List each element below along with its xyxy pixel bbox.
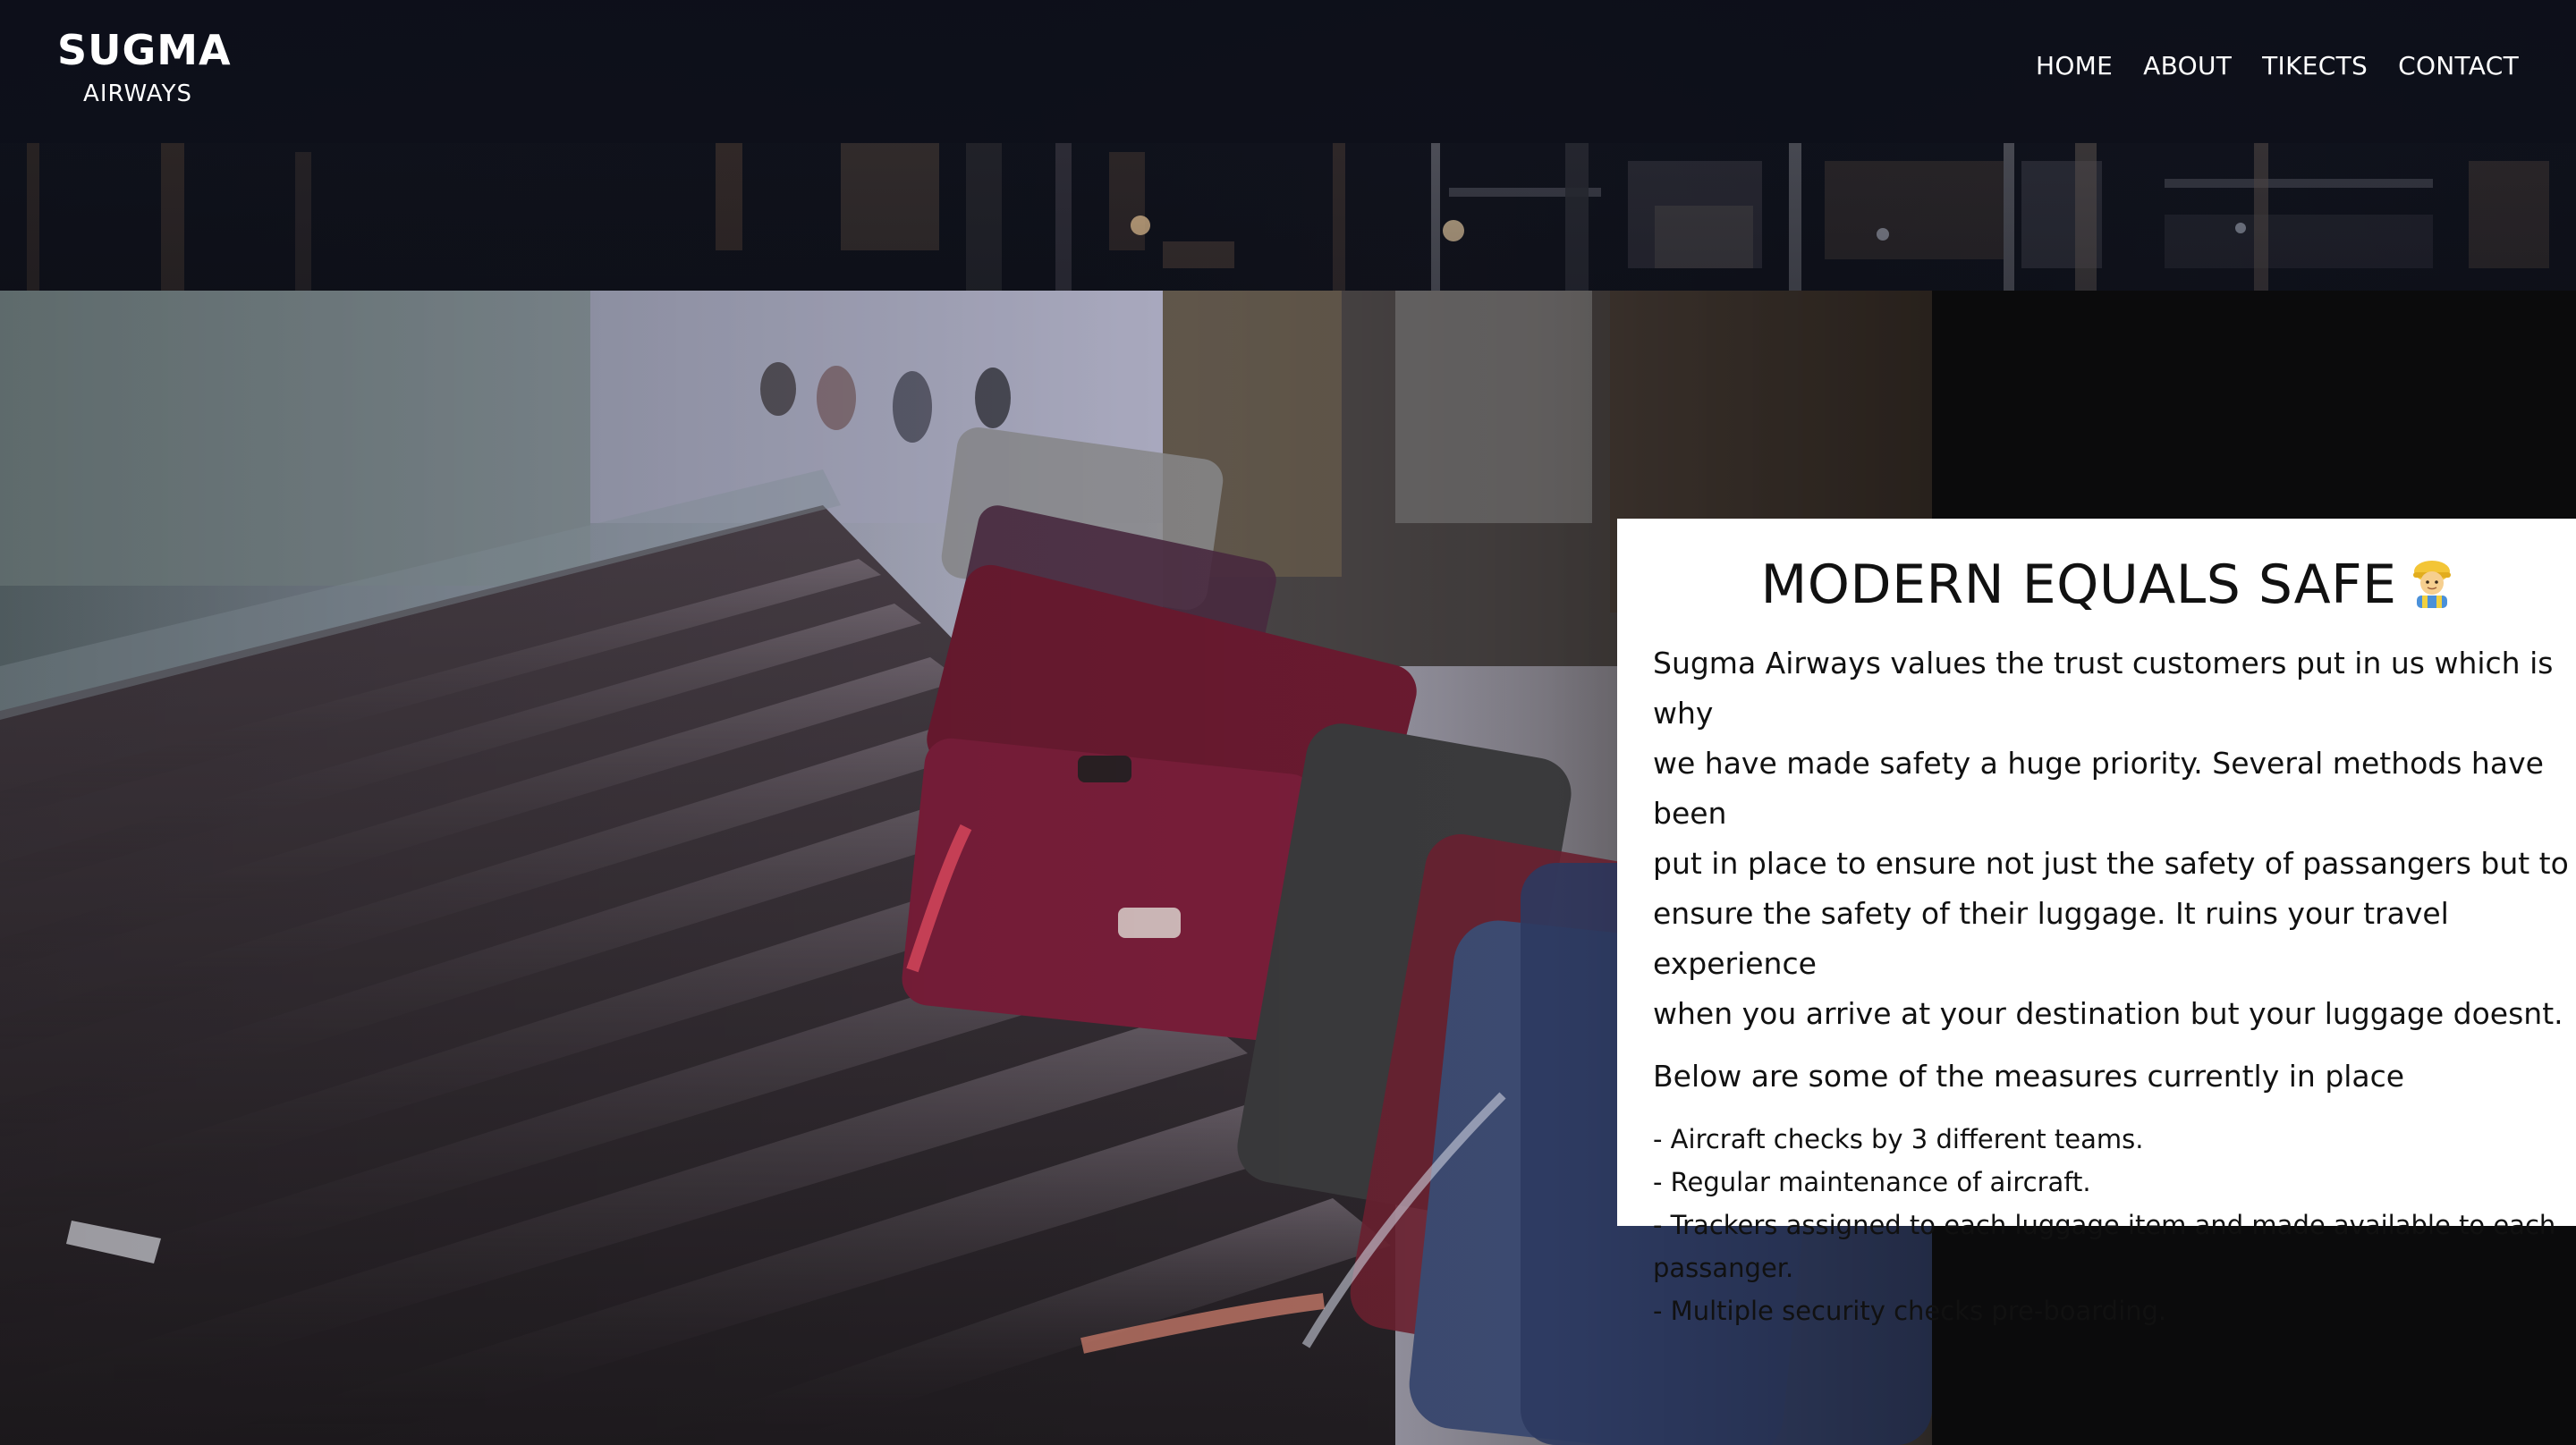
list-item: - Multiple security checks pre-boarding. [1653,1296,2167,1326]
nav-contact-link[interactable]: CONTACT [2398,48,2519,84]
brand-logo[interactable]: SUGMA AIRWAYS [57,23,232,109]
list-item: - Aircraft checks by 3 different teams. [1653,1124,2144,1154]
list-item: passanger. [1653,1253,1794,1283]
safety-title: MODERN EQUALS SAFE [1653,551,2565,619]
header-background-image: SUGMA AIRWAYS HOME ABOUT TIKECTS CONTACT [0,0,2576,291]
measures-intro: Below are some of the measures currently… [1653,1059,2405,1094]
construction-worker-icon [2406,556,2458,608]
nav-home-link[interactable]: HOME [2036,48,2113,84]
brand-name: SUGMA [57,26,232,74]
list-item: - Trackers assigned to each luggage item… [1653,1210,2556,1240]
measures-list: - Aircraft checks by 3 different teams. … [1653,1118,2565,1332]
nav-tickets-link[interactable]: TIKECTS [2262,48,2368,84]
navbar: SUGMA AIRWAYS HOME ABOUT TIKECTS CONTACT [0,0,2576,143]
safety-description: Sugma Airways values the trust customers… [1653,646,2569,1031]
page: SUGMA AIRWAYS HOME ABOUT TIKECTS CONTACT [0,0,2576,1445]
safety-title-text: MODERN EQUALS SAFE [1760,553,2397,616]
main-nav: HOME ABOUT TIKECTS CONTACT [2036,48,2519,84]
safety-info-card: MODERN EQUALS SAFE Sugma Airways values … [1617,519,2576,1326]
nav-about-link[interactable]: ABOUT [2143,48,2232,84]
list-item: - Regular maintenance of aircraft. [1653,1167,2091,1197]
brand-subtitle: AIRWAYS [83,80,192,107]
